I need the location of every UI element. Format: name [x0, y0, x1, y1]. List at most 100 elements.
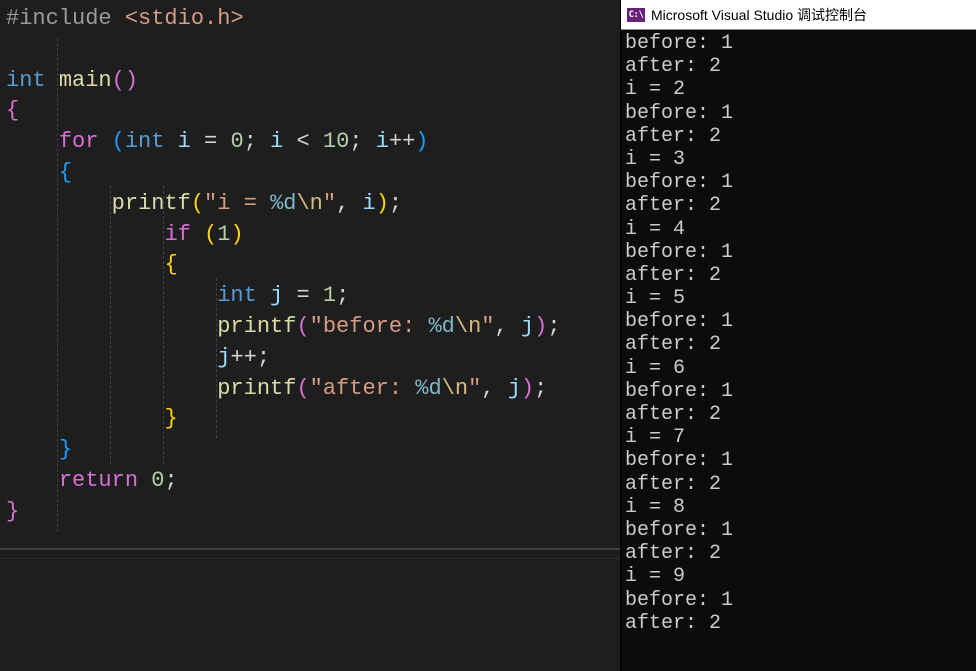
lparen: ( [204, 222, 217, 247]
code-line[interactable]: int main() [6, 66, 620, 97]
keyword-return: return [59, 468, 138, 493]
var-i: i [178, 129, 191, 154]
lbrace: { [59, 160, 72, 185]
escape: \n [455, 314, 481, 339]
string-literal: "after: [310, 376, 416, 401]
console-line: after: 2 [625, 264, 972, 287]
code-line[interactable]: printf("i = %d\n", i); [6, 189, 620, 220]
var-i: i [376, 129, 389, 154]
console-title-bar[interactable]: C:\ Microsoft Visual Studio 调试控制台 [621, 0, 976, 30]
string-close: " [468, 376, 481, 401]
keyword-int: int [217, 283, 257, 308]
op-assign: = [204, 129, 217, 154]
semicolon: ; [164, 468, 177, 493]
code-line[interactable]: int j = 1; [6, 281, 620, 312]
console-title-text: Microsoft Visual Studio 调试控制台 [651, 5, 867, 25]
app-container: #include <stdio.h> int main() { for (int… [0, 0, 976, 671]
num-0: 0 [151, 468, 164, 493]
keyword-if: if [164, 222, 190, 247]
pane-separator [0, 548, 620, 550]
console-line: after: 2 [625, 473, 972, 496]
rbrace: } [164, 406, 177, 431]
console-line: i = 7 [625, 426, 972, 449]
var-j: j [217, 345, 230, 370]
lparen: ( [296, 376, 309, 401]
code-line[interactable]: j++; [6, 343, 620, 374]
console-window: C:\ Microsoft Visual Studio 调试控制台 before… [620, 0, 976, 671]
console-line: after: 2 [625, 403, 972, 426]
console-line: before: 1 [625, 102, 972, 125]
fn-printf: printf [217, 376, 296, 401]
comma: , [481, 376, 494, 401]
fn-printf: printf [217, 314, 296, 339]
code-line[interactable] [6, 35, 620, 66]
rparen: ) [415, 129, 428, 154]
console-line: before: 1 [625, 589, 972, 612]
console-line: i = 5 [625, 287, 972, 310]
rbrace: } [6, 499, 19, 524]
console-line: before: 1 [625, 171, 972, 194]
lbrace: { [164, 252, 177, 277]
semicolon: ; [336, 283, 349, 308]
console-line: before: 1 [625, 241, 972, 264]
var-j: j [521, 314, 534, 339]
code-line[interactable]: for (int i = 0; i < 10; i++) [6, 127, 620, 158]
format-spec: %d [415, 376, 441, 401]
rparen: ) [376, 191, 389, 216]
keyword-for: for [59, 129, 99, 154]
code-line[interactable]: } [6, 497, 620, 528]
num-1: 1 [323, 283, 336, 308]
rparen: ) [230, 222, 243, 247]
code-line[interactable]: { [6, 96, 620, 127]
code-line[interactable]: { [6, 158, 620, 189]
string-literal: "before: [310, 314, 429, 339]
console-line: i = 3 [625, 148, 972, 171]
lparen: ( [112, 68, 125, 93]
console-line: i = 9 [625, 565, 972, 588]
var-i: i [362, 191, 375, 216]
lbrace: { [6, 98, 19, 123]
num-1: 1 [217, 222, 230, 247]
format-spec: %d [270, 191, 296, 216]
keyword-int: int [6, 68, 46, 93]
op-inc: ++ [230, 345, 256, 370]
rparen: ) [534, 314, 547, 339]
vs-icon: C:\ [627, 8, 645, 22]
semicolon: ; [257, 345, 270, 370]
preprocessor: #include [6, 6, 112, 31]
keyword-int: int [125, 129, 165, 154]
var-j: j [508, 376, 521, 401]
code-line[interactable]: } [6, 404, 620, 435]
string-literal: "i = [204, 191, 270, 216]
code-line[interactable]: return 0; [6, 466, 620, 497]
console-line: before: 1 [625, 380, 972, 403]
console-output[interactable]: before: 1after: 2i = 2before: 1after: 2i… [621, 30, 976, 671]
code-line[interactable]: } [6, 435, 620, 466]
code-editor[interactable]: #include <stdio.h> int main() { for (int… [0, 0, 620, 671]
console-line: after: 2 [625, 612, 972, 635]
console-line: after: 2 [625, 125, 972, 148]
comma: , [336, 191, 349, 216]
lparen: ( [296, 314, 309, 339]
semicolon: ; [244, 129, 257, 154]
console-line: after: 2 [625, 55, 972, 78]
escape: \n [296, 191, 322, 216]
semicolon: ; [349, 129, 362, 154]
code-line[interactable]: printf("before: %d\n", j); [6, 312, 620, 343]
include-header: <stdio.h> [125, 6, 244, 31]
code-line[interactable]: if (1) [6, 220, 620, 251]
op-inc: ++ [389, 129, 415, 154]
code-line[interactable]: { [6, 250, 620, 281]
fn-printf: printf [112, 191, 191, 216]
console-line: after: 2 [625, 194, 972, 217]
semicolon: ; [547, 314, 560, 339]
semicolon: ; [534, 376, 547, 401]
code-line[interactable]: #include <stdio.h> [6, 4, 620, 35]
lparen: ( [112, 129, 125, 154]
string-close: " [481, 314, 494, 339]
code-line[interactable]: printf("after: %d\n", j); [6, 374, 620, 405]
string-close: " [323, 191, 336, 216]
var-j: j [270, 283, 283, 308]
console-line: i = 2 [625, 78, 972, 101]
num-10: 10 [323, 129, 349, 154]
